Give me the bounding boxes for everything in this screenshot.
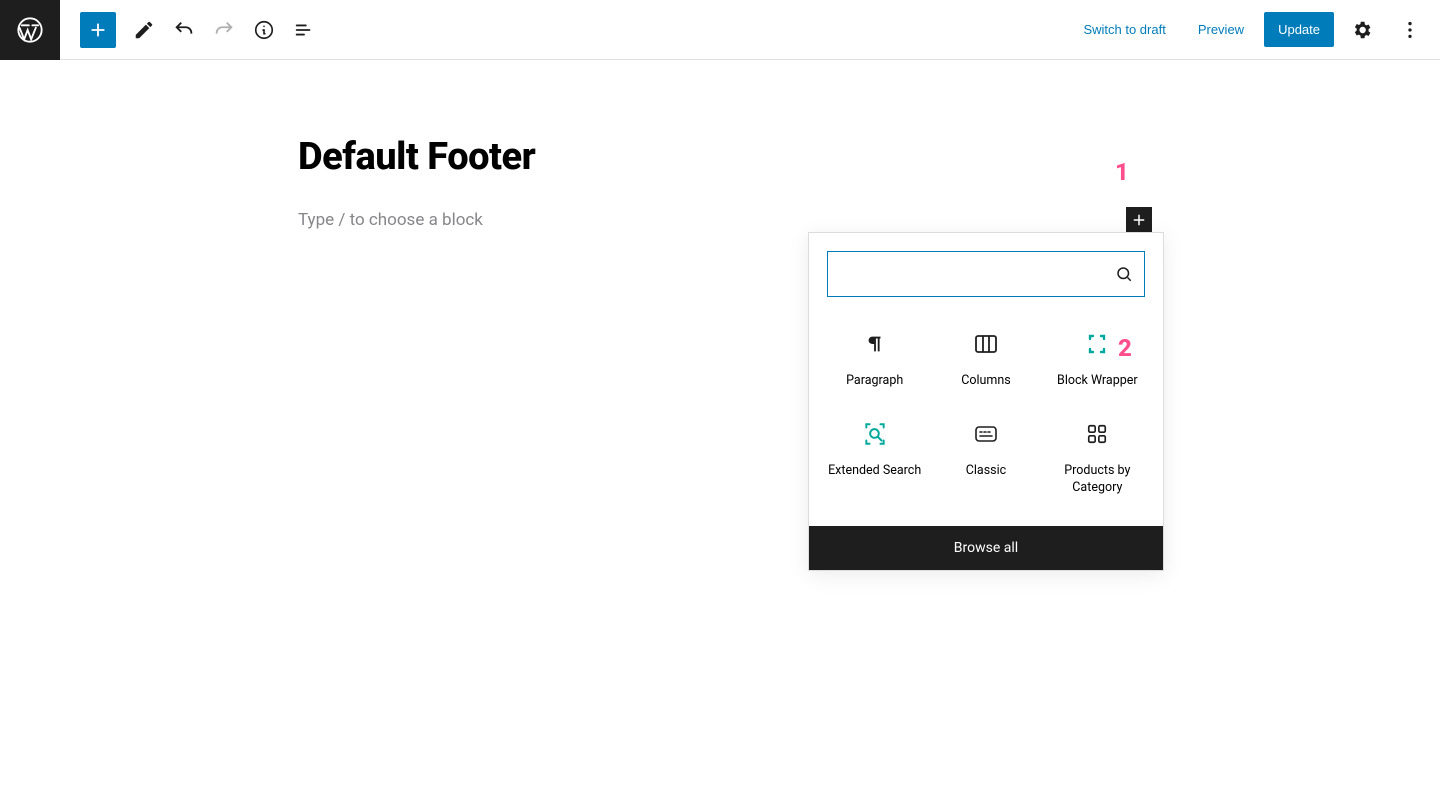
block-label: Classic: [966, 463, 1006, 479]
block-search: [827, 251, 1145, 297]
block-columns[interactable]: Columns: [930, 315, 1041, 399]
block-placeholder[interactable]: Type / to choose a block: [298, 210, 483, 230]
block-grid: Paragraph Columns Block Wrapper Extended…: [809, 315, 1163, 526]
more-options-button[interactable]: [1392, 12, 1428, 48]
block-label: Columns: [961, 373, 1011, 389]
toolbar-left: [0, 0, 324, 59]
pencil-icon: [133, 19, 155, 41]
redo-icon: [213, 19, 235, 41]
block-wrapper-icon: [1085, 329, 1109, 359]
undo-button[interactable]: [166, 12, 202, 48]
add-block-button[interactable]: [80, 12, 116, 48]
edit-button[interactable]: [126, 12, 162, 48]
block-products-by-category[interactable]: Products by Category: [1042, 405, 1153, 506]
redo-button[interactable]: [206, 12, 242, 48]
block-search-input[interactable]: [828, 266, 1104, 283]
wordpress-icon: [16, 16, 44, 44]
extended-search-icon: [862, 419, 888, 449]
block-block-wrapper[interactable]: Block Wrapper: [1042, 315, 1153, 399]
paragraph-icon: [864, 329, 886, 359]
editor-canvas: Default Footer Type / to choose a block: [0, 60, 1440, 233]
block-inserter-popover: Paragraph Columns Block Wrapper Extended…: [808, 232, 1164, 571]
columns-icon: [974, 329, 998, 359]
plus-icon: [87, 19, 109, 41]
wordpress-logo[interactable]: [0, 0, 60, 60]
block-paragraph[interactable]: Paragraph: [819, 315, 930, 399]
empty-block-row: Type / to choose a block: [298, 207, 1152, 233]
block-extended-search[interactable]: Extended Search: [819, 405, 930, 506]
settings-button[interactable]: [1344, 12, 1380, 48]
toolbar-right: Switch to draft Preview Update: [1071, 12, 1440, 48]
info-icon: [253, 19, 275, 41]
classic-icon: [974, 419, 998, 449]
undo-icon: [173, 19, 195, 41]
block-label: Paragraph: [846, 373, 903, 389]
switch-to-draft-button[interactable]: Switch to draft: [1071, 14, 1177, 45]
inline-add-block-button[interactable]: [1126, 207, 1152, 233]
info-button[interactable]: [246, 12, 282, 48]
block-classic[interactable]: Classic: [930, 405, 1041, 506]
plus-icon: [1130, 211, 1148, 229]
block-label: Block Wrapper: [1057, 373, 1138, 389]
outline-button[interactable]: [286, 12, 322, 48]
block-label: Extended Search: [828, 463, 921, 479]
gear-icon: [1351, 19, 1373, 41]
page-title[interactable]: Default Footer: [298, 135, 1440, 179]
kebab-icon: [1399, 19, 1421, 41]
editor-toolbar: Switch to draft Preview Update: [0, 0, 1440, 60]
browse-all-button[interactable]: Browse all: [809, 526, 1163, 570]
list-icon: [293, 19, 315, 41]
annotation-1: 1: [1115, 158, 1129, 186]
products-grid-icon: [1086, 419, 1108, 449]
search-icon: [1104, 265, 1144, 283]
update-button[interactable]: Update: [1264, 12, 1334, 47]
block-label: Products by Category: [1046, 463, 1149, 496]
annotation-2: 2: [1118, 334, 1132, 362]
preview-button[interactable]: Preview: [1186, 14, 1256, 45]
